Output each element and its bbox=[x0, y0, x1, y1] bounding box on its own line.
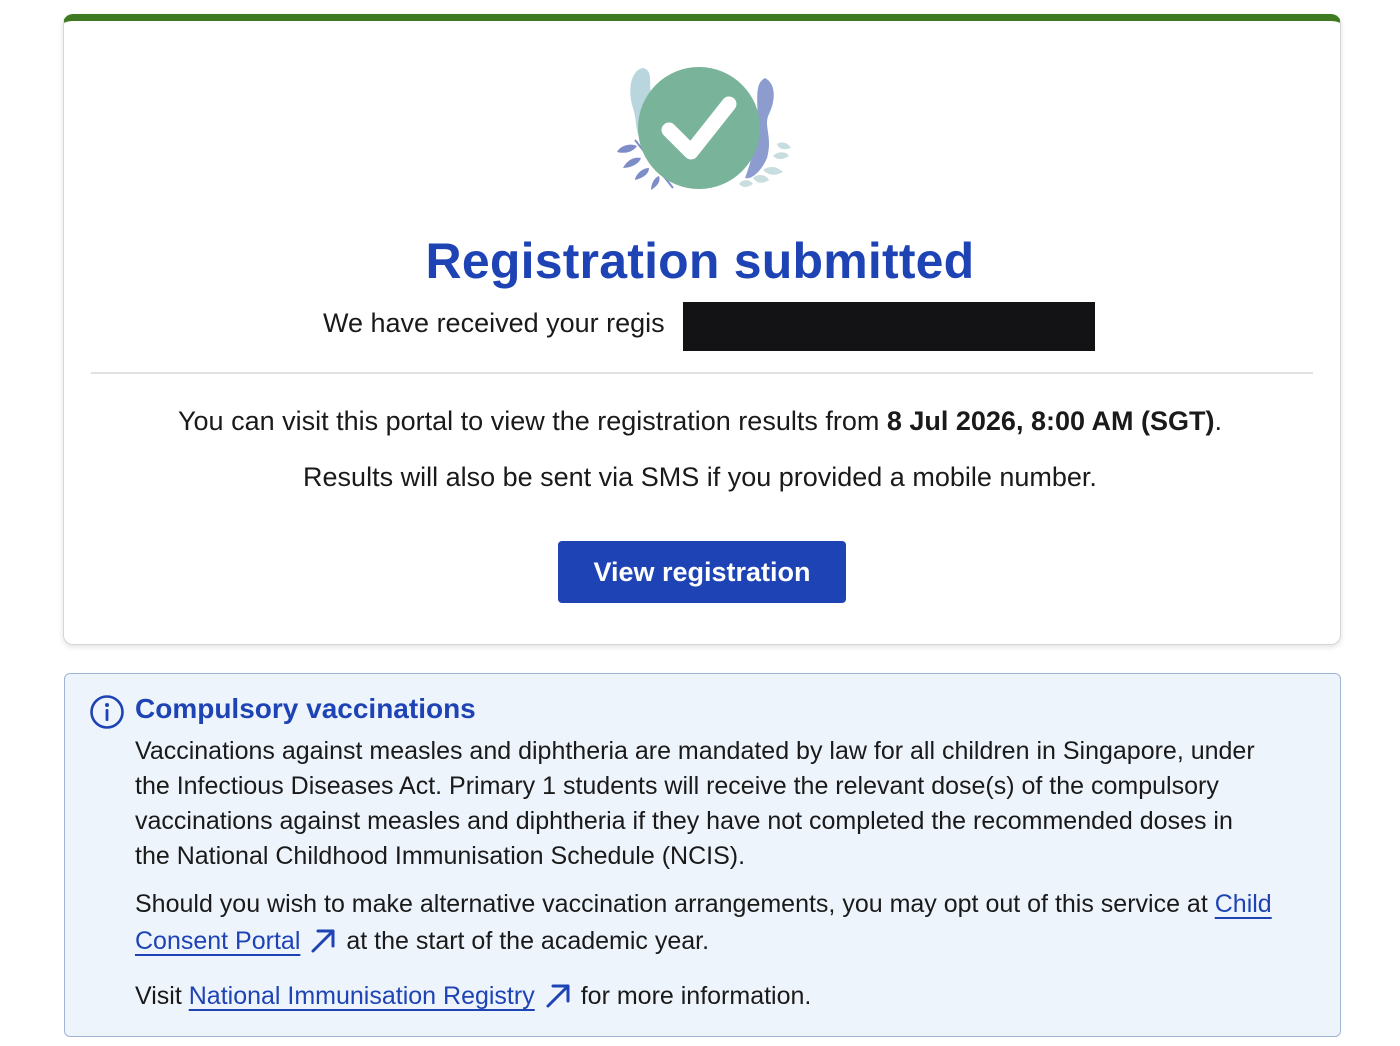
opt-out-text: Should you wish to make alternative vacc… bbox=[135, 890, 1215, 918]
paragraph-line: vaccinations against measles and diphthe… bbox=[135, 807, 1233, 835]
received-message: We have received your regis bbox=[323, 308, 665, 338]
visit-suffix: . bbox=[1214, 406, 1222, 436]
info-title: Compulsory vaccinations bbox=[135, 693, 476, 724]
view-registration-button[interactable]: View registration bbox=[558, 541, 846, 603]
paragraph-line: Vaccinations against measles and diphthe… bbox=[135, 737, 1255, 765]
national-immunisation-registry-link[interactable]: National Immunisation Registry bbox=[189, 982, 535, 1010]
success-check-illustration bbox=[617, 67, 791, 190]
opt-out-paragraph: Should you wish to make alternative vacc… bbox=[135, 886, 1320, 960]
registry-suffix: for more information. bbox=[580, 982, 812, 1010]
visit-label: Visit bbox=[135, 982, 189, 1010]
registry-paragraph: Visit National Immunisation Registry for … bbox=[135, 978, 811, 1015]
arrow-up-right-icon[interactable] bbox=[308, 925, 338, 955]
divider bbox=[91, 372, 1313, 374]
sms-notice: Results will also be sent via SMS if you… bbox=[303, 462, 1097, 492]
paragraph-line: the Infectious Diseases Act. Primary 1 s… bbox=[135, 772, 1219, 800]
visit-prefix: You can visit this portal to view the re… bbox=[178, 406, 887, 436]
child-consent-portal-link-continued[interactable]: Consent Portal bbox=[135, 927, 300, 955]
vaccination-mandate-paragraph: Vaccinations against measles and diphthe… bbox=[135, 734, 1315, 874]
results-availability-text: You can visit this portal to view the re… bbox=[0, 406, 1400, 437]
check-circle-icon bbox=[638, 67, 760, 189]
info-circle-icon bbox=[90, 695, 124, 729]
page-title: Registration submitted bbox=[425, 233, 975, 289]
opt-out-suffix: at the start of the academic year. bbox=[346, 927, 710, 955]
results-date: 8 Jul 2026, 8:00 AM (SGT) bbox=[886, 406, 1215, 436]
paragraph-line: the National Childhood Immunisation Sche… bbox=[135, 842, 746, 870]
arrow-up-right-icon[interactable] bbox=[543, 980, 573, 1010]
child-consent-portal-link[interactable]: Child bbox=[1215, 890, 1272, 918]
redaction-bar bbox=[683, 302, 1095, 351]
